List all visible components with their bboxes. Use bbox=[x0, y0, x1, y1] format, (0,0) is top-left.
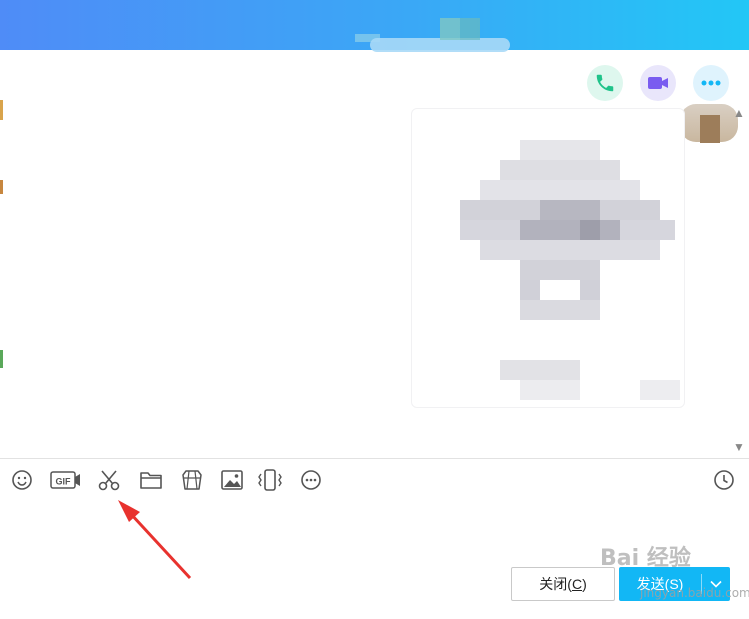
edge-strip bbox=[0, 350, 3, 368]
input-toolbar: GIF bbox=[0, 463, 749, 497]
history-button[interactable] bbox=[710, 466, 738, 494]
folder-icon bbox=[140, 472, 162, 489]
close-label: 关闭( bbox=[539, 576, 572, 592]
scissors-icon bbox=[98, 470, 120, 491]
send-image-button[interactable] bbox=[218, 466, 246, 494]
sticker-button[interactable] bbox=[178, 466, 206, 494]
title-mosaic bbox=[440, 18, 460, 40]
close-accelerator: C bbox=[571, 576, 583, 592]
close-button[interactable]: 关闭(C) bbox=[511, 567, 615, 601]
shake-button[interactable] bbox=[256, 466, 284, 494]
clock-icon bbox=[714, 470, 734, 490]
scroll-down-icon[interactable]: ▼ bbox=[733, 440, 745, 454]
avatar bbox=[700, 115, 720, 143]
more-circle-icon bbox=[301, 470, 321, 490]
edge-strip bbox=[0, 100, 3, 120]
edge-strip bbox=[0, 180, 3, 194]
image-icon bbox=[221, 470, 243, 490]
divider bbox=[0, 458, 749, 459]
emoji-button[interactable] bbox=[8, 466, 36, 494]
gif-button[interactable]: GIF bbox=[50, 466, 82, 494]
send-file-button[interactable] bbox=[137, 466, 165, 494]
screenshot-button[interactable] bbox=[95, 466, 123, 494]
shake-phone-icon bbox=[258, 469, 282, 491]
title-mosaic bbox=[460, 18, 480, 40]
scroll-up-icon[interactable]: ▲ bbox=[733, 106, 745, 120]
watermark-url: jingyan.baidu.com bbox=[640, 586, 749, 600]
more-tools-button[interactable] bbox=[297, 466, 325, 494]
close-label-end: ) bbox=[582, 576, 587, 592]
sticker-icon bbox=[182, 470, 202, 490]
gif-icon: GIF bbox=[50, 471, 80, 489]
gif-label: GIF bbox=[56, 477, 72, 487]
smiley-icon bbox=[12, 470, 32, 490]
